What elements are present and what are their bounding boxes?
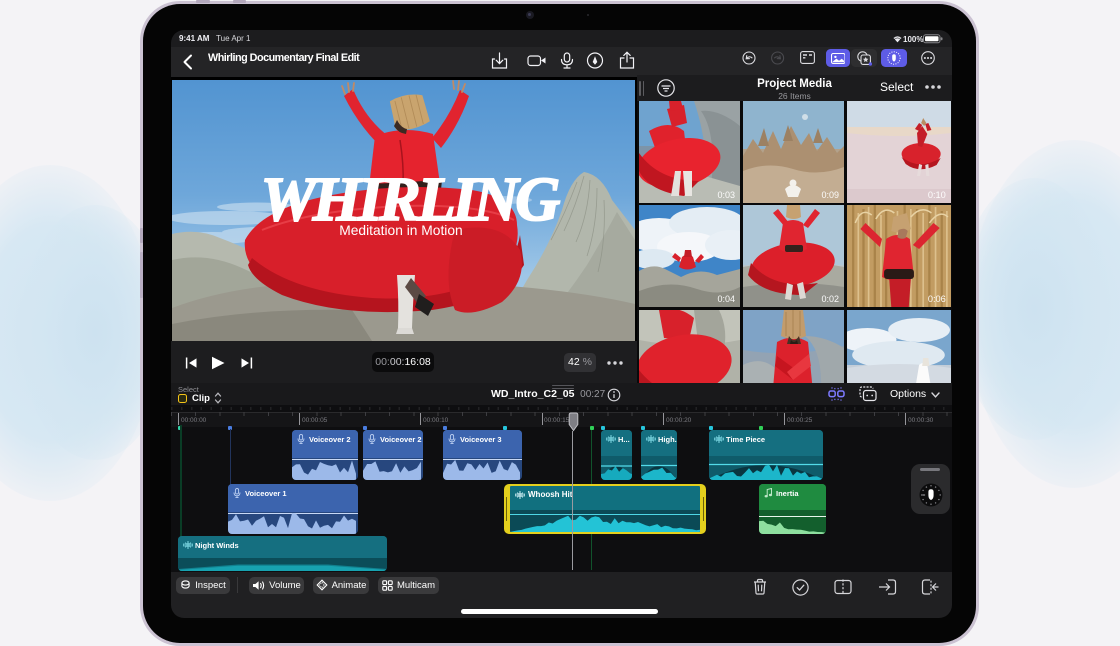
svg-text:0:10: 0:10	[928, 190, 946, 200]
svg-text:0:02: 0:02	[821, 294, 839, 304]
svg-text:0:03: 0:03	[717, 190, 735, 200]
svg-text:0:04: 0:04	[717, 294, 735, 304]
svg-text:0:06: 0:06	[928, 294, 946, 304]
svg-text:Meditation in Motion: Meditation in Motion	[339, 223, 462, 238]
svg-text:0:09: 0:09	[821, 190, 839, 200]
